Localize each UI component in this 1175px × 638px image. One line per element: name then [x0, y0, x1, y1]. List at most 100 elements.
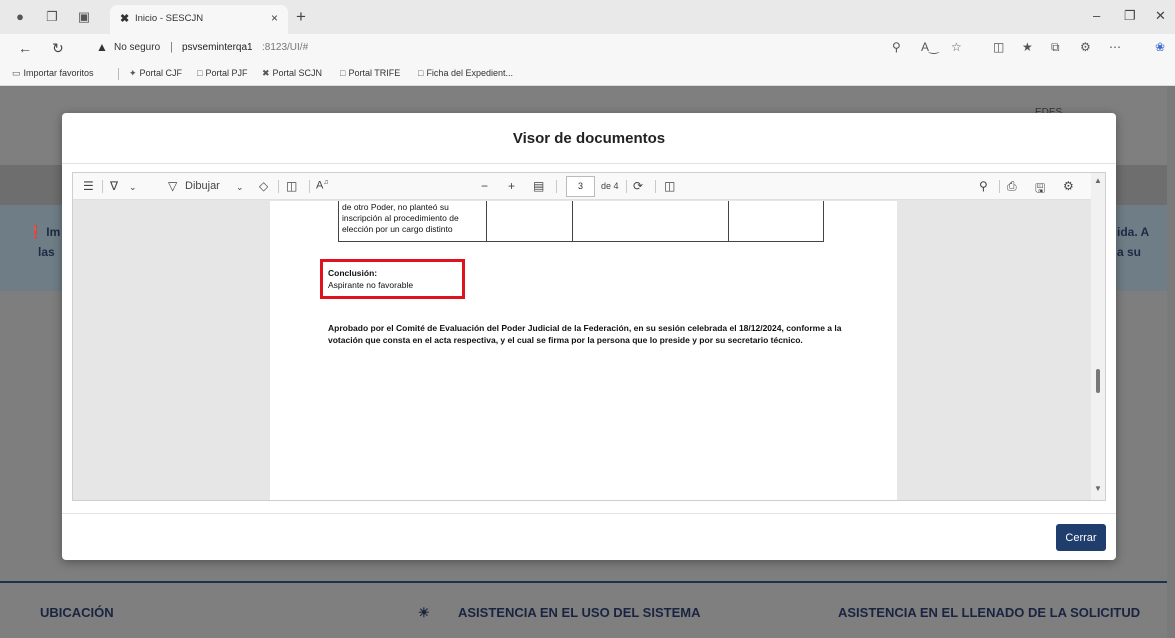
- page-footer: UBICACIÓN ☀ ASISTENCIA EN EL USO DEL SIS…: [0, 581, 1167, 638]
- url-field[interactable]: ▲ No seguro | psvseminterqa1 :8123/UI/#: [90, 38, 880, 58]
- highlight-icon[interactable]: ∇: [110, 179, 118, 193]
- chevron-down-icon[interactable]: ⌄: [129, 182, 137, 193]
- page-number-input[interactable]: 3: [566, 176, 595, 197]
- zoom-in-button[interactable]: +: [508, 179, 515, 193]
- rotate-icon[interactable]: ⟳: [633, 179, 643, 193]
- split-screen-icon[interactable]: ◫: [993, 40, 1004, 54]
- import-icon: ▭: [12, 68, 21, 78]
- address-bar-row: ← ↻ ▲ No seguro | psvseminterqa1 :8123/U…: [0, 34, 1175, 62]
- pdf-page: de otro Poder, no planteó su inscripción…: [270, 201, 897, 500]
- cjf-icon: ✦: [129, 68, 137, 78]
- read-aloud-icon[interactable]: A‿: [921, 40, 939, 54]
- conclusion-value: Aspirante no favorable: [328, 280, 414, 290]
- notice-text-left-2: las: [38, 245, 55, 259]
- modal-divider-bottom: [62, 513, 1116, 514]
- bookmark-portal-pjf[interactable]: □ Portal PJF: [197, 68, 247, 78]
- browser-tab-bar: ● ❐ ▣ ✖ Inicio - SESCJN × + – ❐ ✕: [0, 0, 1175, 34]
- close-button[interactable]: Cerrar: [1056, 524, 1106, 551]
- key-icon[interactable]: ⚲: [892, 40, 901, 54]
- fit-page-icon[interactable]: ▤: [533, 179, 544, 193]
- table-column-line: [486, 201, 487, 241]
- conclusion-highlight-box: [320, 259, 465, 299]
- toolbar-separator: [309, 180, 310, 193]
- minimize-icon[interactable]: –: [1093, 8, 1100, 23]
- profile-icon[interactable]: ●: [12, 9, 28, 25]
- url-host: psvseminterqa1: [182, 42, 253, 53]
- bookmark-portal-cjf[interactable]: ✦ Portal CJF: [129, 68, 182, 79]
- toolbar-separator: [626, 180, 627, 193]
- bookmark-import[interactable]: ▭ Importar favoritos: [12, 68, 94, 79]
- warning-icon: ▲: [96, 40, 108, 54]
- page-scrollbar[interactable]: [1167, 87, 1175, 638]
- tab-actions-icon[interactable]: ▣: [76, 9, 92, 25]
- toolbar-separator: [655, 180, 656, 193]
- page-view-icon[interactable]: ◫: [664, 179, 675, 193]
- table-column-line: [728, 201, 729, 241]
- scroll-up-icon[interactable]: ▲: [1094, 176, 1102, 185]
- eraser-icon[interactable]: ◇: [259, 179, 268, 193]
- toolbar-separator: [999, 180, 1000, 193]
- scroll-down-icon[interactable]: ▼: [1094, 484, 1102, 493]
- tab-title: Inicio - SESCJN: [135, 13, 204, 24]
- scrollbar-thumb[interactable]: [1096, 369, 1100, 393]
- favorites-icon[interactable]: ★: [1022, 40, 1033, 54]
- footer-asistencia-uso: ASISTENCIA EN EL USO DEL SISTEMA: [458, 605, 701, 620]
- extensions-icon[interactable]: ⚙: [1080, 40, 1091, 54]
- page-icon: □: [418, 68, 424, 78]
- lightbulb-icon: ☀: [418, 605, 430, 620]
- zoom-out-button[interactable]: −: [481, 179, 488, 193]
- footer-ubicacion: UBICACIÓN: [40, 605, 114, 620]
- page-icon: □: [340, 68, 346, 78]
- modal-title: Visor de documentos: [512, 130, 666, 147]
- bookmark-portal-trife[interactable]: □ Portal TRIFE: [340, 68, 400, 78]
- settings-icon[interactable]: ⚙: [1063, 179, 1074, 193]
- close-window-icon[interactable]: ✕: [1155, 8, 1166, 24]
- workspaces-icon[interactable]: ❐: [44, 9, 60, 25]
- refresh-icon[interactable]: ↻: [52, 40, 64, 57]
- bookmark-divider: [118, 68, 119, 80]
- back-icon[interactable]: ←: [18, 40, 32, 56]
- contents-icon[interactable]: ☰: [83, 179, 94, 193]
- read-aloud-icon[interactable]: A♫: [316, 179, 329, 192]
- footer-asistencia-llenado: ASISTENCIA EN EL LLENADO DE LA SOLICITUD: [838, 605, 1141, 620]
- page-total: de 4: [601, 181, 619, 191]
- copilot-icon[interactable]: ❀: [1155, 40, 1165, 54]
- url-path: :8123/UI/#: [262, 42, 309, 53]
- save-icon[interactable]: 🖫: [1035, 179, 1045, 200]
- new-tab-button[interactable]: +: [296, 7, 306, 27]
- conclusion-heading: Conclusión:: [328, 268, 378, 278]
- search-icon[interactable]: ⚲: [979, 179, 988, 193]
- tab-inicio[interactable]: ✖ Inicio - SESCJN ×: [110, 5, 288, 34]
- pdf-toolbar: ☰ ∇ ⌄ ▽ Dibujar ⌄ ◇ ◫ A♫ − + ▤ 3 de 4 ⟳ …: [73, 173, 1091, 200]
- close-tab-icon[interactable]: ×: [271, 11, 278, 25]
- modal-divider-top: [62, 163, 1116, 164]
- more-icon[interactable]: ⋯: [1109, 40, 1121, 54]
- pdf-viewer: ☰ ∇ ⌄ ▽ Dibujar ⌄ ◇ ◫ A♫ − + ▤ 3 de 4 ⟳ …: [72, 172, 1106, 501]
- collections-icon[interactable]: ⧉: [1051, 40, 1060, 55]
- bookmark-ficha[interactable]: □ Ficha del Expedient...: [418, 68, 513, 78]
- toolbar-separator: [556, 180, 557, 193]
- scjn-favicon-icon: ✖: [120, 13, 130, 25]
- chevron-down-icon[interactable]: ⌄: [236, 182, 244, 193]
- table-column-line: [572, 201, 573, 241]
- evaluation-table: de otro Poder, no planteó su inscripción…: [338, 201, 824, 242]
- security-label: No seguro: [114, 42, 161, 53]
- bookmarks-bar: ▭ Importar favoritos ✦ Portal CJF □ Portal …: [0, 62, 1175, 86]
- document-viewer-modal: Visor de documentos ☰ ∇ ⌄ ▽ Dibujar ⌄ ◇ …: [62, 113, 1116, 560]
- approval-text: Aprobado por el Comité de Evaluación del…: [328, 323, 842, 345]
- maximize-icon[interactable]: ❐: [1124, 8, 1136, 24]
- print-icon[interactable]: ⎙: [1007, 179, 1017, 194]
- scjn-icon: ✖: [262, 68, 270, 78]
- table-cell-text: de otro Poder, no planteó su inscripción…: [342, 202, 459, 234]
- draw-label[interactable]: Dibujar: [185, 180, 220, 192]
- toolbar-separator: [102, 180, 103, 193]
- notice-text-right-2: a su: [1117, 245, 1142, 259]
- url-separator: |: [170, 41, 173, 53]
- notice-text-right-1: ida. A: [1117, 225, 1150, 239]
- page-icon: □: [197, 68, 203, 78]
- viewer-scrollbar[interactable]: ▲ ▼: [1091, 173, 1105, 500]
- favorite-star-icon[interactable]: ☆: [951, 40, 962, 54]
- text-box-icon[interactable]: ◫: [286, 179, 297, 193]
- draw-icon[interactable]: ▽: [168, 179, 177, 193]
- bookmark-portal-scjn[interactable]: ✖ Portal SCJN: [262, 68, 322, 79]
